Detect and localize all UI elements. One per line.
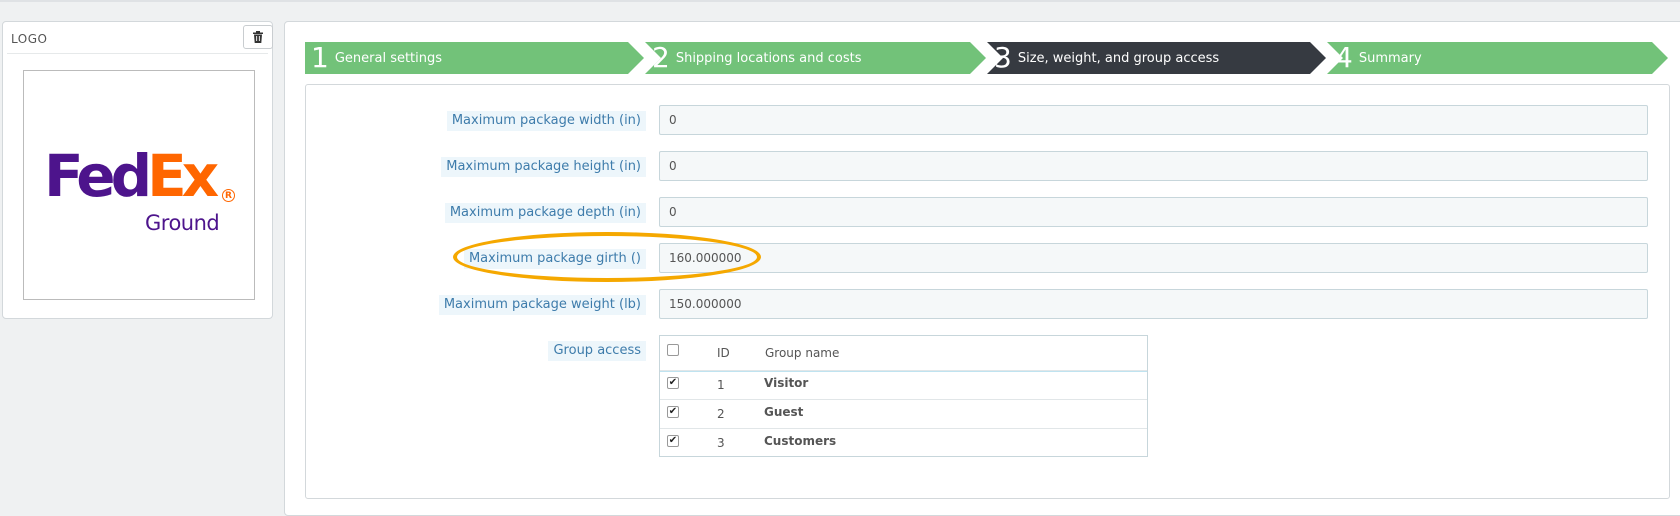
girth-highlight-annotation <box>453 232 761 282</box>
step-1-number: 1 <box>311 41 329 74</box>
fedex-ground-text: Ground <box>145 211 220 235</box>
step-1[interactable]: 1 General settings <box>305 42 442 74</box>
group-id: 3 <box>717 436 725 450</box>
step-1-label: General settings <box>334 50 443 66</box>
step-2-label: Shipping locations and costs <box>675 50 862 66</box>
column-header-group-name: Group name <box>765 346 840 360</box>
max-width-label: Maximum package width (in) <box>446 111 646 131</box>
registered-mark: R <box>222 189 235 202</box>
table-row: ✔ 2 Guest <box>660 399 1147 429</box>
row-checkbox[interactable]: ✔ <box>667 435 679 447</box>
fedex-wordmark: FedEx <box>44 142 219 210</box>
step-2-number: 2 <box>652 41 670 74</box>
step-3[interactable]: 3 Size, weight, and group access <box>988 42 1219 74</box>
table-row: ✔ 1 Visitor <box>660 370 1147 400</box>
step-3-label: Size, weight, and group access <box>1017 50 1220 66</box>
group-id: 1 <box>717 378 725 392</box>
carrier-logo-image: FedEx R Ground <box>23 70 255 300</box>
step-3-number: 3 <box>994 41 1012 74</box>
max-height-input[interactable]: 0 <box>659 151 1648 181</box>
max-weight-input[interactable]: 150.000000 <box>659 289 1648 319</box>
row-checkbox[interactable]: ✔ <box>667 377 679 389</box>
table-row: ✔ 3 Customers <box>660 428 1147 457</box>
step-4-label: Summary <box>1358 50 1422 66</box>
group-name: Customers <box>764 434 837 448</box>
group-access-table: ID Group name ✔ 1 Visitor ✔ 2 Guest ✔ 3 … <box>659 335 1148 457</box>
max-depth-input[interactable]: 0 <box>659 197 1648 227</box>
step-2[interactable]: 2 Shipping locations and costs <box>646 42 862 74</box>
row-checkbox[interactable]: ✔ <box>667 406 679 418</box>
select-all-checkbox[interactable] <box>667 344 679 356</box>
table-header: ID Group name <box>660 336 1147 372</box>
max-depth-label: Maximum package depth (in) <box>444 203 646 223</box>
group-name: Visitor <box>764 376 809 390</box>
max-height-label: Maximum package height (in) <box>441 157 646 177</box>
group-access-label: Group access <box>548 341 646 361</box>
step-4[interactable]: 4 Summary <box>1329 42 1422 74</box>
column-header-id: ID <box>717 346 730 360</box>
step-4-number: 4 <box>1335 41 1353 74</box>
max-weight-label: Maximum package weight (lb) <box>438 295 646 315</box>
max-width-input[interactable]: 0 <box>659 105 1648 135</box>
group-name: Guest <box>764 405 804 419</box>
group-id: 2 <box>717 407 725 421</box>
max-girth-input[interactable]: 160.000000 <box>659 243 1648 273</box>
